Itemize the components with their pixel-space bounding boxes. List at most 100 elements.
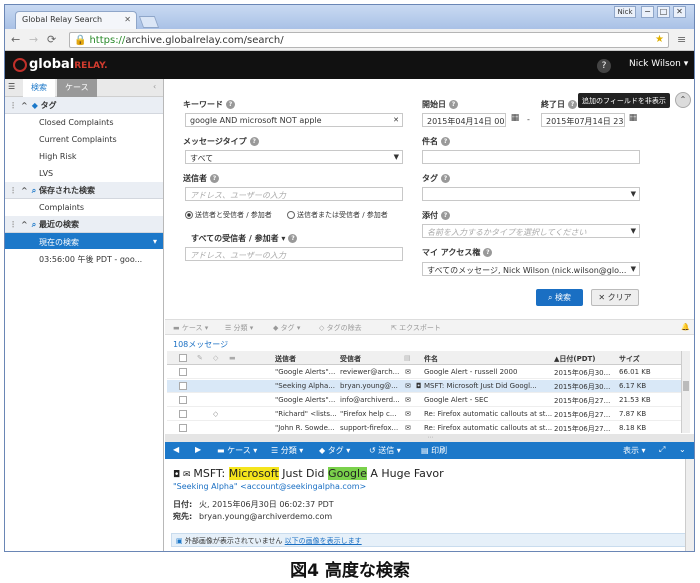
col-subject[interactable]: 件名 <box>424 354 438 364</box>
user-menu[interactable]: Nick Wilson ▾ <box>629 59 688 69</box>
preview-classify-menu[interactable]: ☰ 分類 ▾ <box>271 445 303 456</box>
start-date-input[interactable]: 2015年04月14日 00:0 <box>422 113 506 127</box>
select-all-checkbox[interactable] <box>179 354 187 362</box>
sidebar-item-current-complaints[interactable]: Current Complaints <box>5 131 163 148</box>
mail-icon: ✉ <box>405 382 411 390</box>
col-size[interactable]: サイズ <box>619 354 640 364</box>
chevron-down-icon[interactable]: ⌄ <box>679 445 686 454</box>
address-bar[interactable]: 🔒 https://archive.globalrelay.com/search/… <box>69 32 669 48</box>
tag-icon: ◆ <box>273 324 281 332</box>
end-date-input[interactable]: 2015年07月14日 23 <box>541 113 625 127</box>
calendar-icon[interactable]: ▦ <box>626 113 640 127</box>
menu-icon[interactable]: ≡ <box>677 33 686 46</box>
sidebar-item-recent-search[interactable]: 03:56:00 午後 PDT - goo... <box>5 250 163 267</box>
sidebar-item-lvs[interactable]: LVS <box>5 165 163 182</box>
bookmark-star-icon[interactable]: ★ <box>655 34 664 45</box>
attachment-input[interactable]: 名前を入力するかタイプを選択してください ▼ <box>422 224 640 238</box>
close-window-button[interactable]: ✕ <box>673 6 686 18</box>
remove-tag-button[interactable]: ◇ タグの除去 <box>319 323 362 333</box>
export-button[interactable]: ⇱ エクスポート <box>391 323 441 333</box>
message-from[interactable]: "Seeking Alpha" <account@seekingalpha.co… <box>173 482 366 491</box>
show-images-link[interactable]: 以下の画像を表示します <box>285 537 362 545</box>
profile-chip[interactable]: Nick <box>614 6 636 18</box>
search-button[interactable]: ⌕ 検索 <box>536 289 583 306</box>
message-type-select[interactable]: すべて ▼ <box>185 150 403 164</box>
reply-icon: ↺ <box>369 446 379 455</box>
row-checkbox[interactable] <box>179 410 187 418</box>
calendar-icon[interactable]: ▦ <box>508 113 522 127</box>
sidebar-item-current-search[interactable]: 現在の検索 ▾ <box>5 233 163 250</box>
minimize-button[interactable]: − <box>641 6 654 18</box>
tag-label: タグ? <box>422 173 450 184</box>
bell-icon[interactable]: 🔔 <box>681 323 690 331</box>
forward-icon[interactable]: → <box>29 33 38 46</box>
keyword-input[interactable]: google AND microsoft NOT apple ✕ <box>185 113 403 127</box>
clear-button[interactable]: ✕ クリア <box>591 289 639 306</box>
sidebar-item-high-risk[interactable]: High Risk <box>5 148 163 165</box>
table-row[interactable]: "Google Alerts"... reviewer@arch... ✉ Go… <box>167 366 681 379</box>
back-icon[interactable]: ← <box>11 33 20 46</box>
radio-sender-or-recipient[interactable]: 送信者または受信者 / 参加者 <box>287 210 388 220</box>
chevron-down-icon[interactable]: ▾ <box>153 237 157 246</box>
help-icon[interactable]: ? <box>226 100 235 109</box>
access-select[interactable]: すべてのメッセージ, Nick Wilson (nick.wilson@glo.… <box>422 262 640 276</box>
row-checkbox[interactable] <box>179 382 187 390</box>
sidebar-item-complaints[interactable]: Complaints <box>5 199 163 216</box>
doc-icon: ▤ <box>404 354 411 362</box>
sender-input[interactable]: アドレス、ユーザーの入力 <box>185 187 403 201</box>
tag-remove-icon: ◇ <box>319 324 327 332</box>
tab-close-icon[interactable]: ✕ <box>124 15 131 24</box>
next-icon[interactable]: ▶ <box>195 445 201 454</box>
case-menu[interactable]: ▬ ケース ▾ <box>173 323 208 333</box>
clear-icon[interactable]: ✕ <box>393 116 399 124</box>
print-button[interactable]: ▤ 印刷 <box>421 445 447 456</box>
row-checkbox[interactable] <box>179 368 187 376</box>
preview-tag-menu[interactable]: ◆ タグ ▾ <box>319 445 350 456</box>
reply-button[interactable]: ↺ 送信 ▾ <box>369 445 401 456</box>
figure-caption: 図4 高度な検索 <box>290 561 410 581</box>
preview-case-menu[interactable]: ▬ ケース ▾ <box>217 445 257 456</box>
table-row[interactable]: "Google Alerts"... info@archiverd... ✉ G… <box>167 394 681 407</box>
splitter-handle[interactable]: ⋯ <box>165 434 694 442</box>
subject-label: 件名? <box>422 136 450 147</box>
message-subject: ◘ ✉ MSFT: Microsoft Just Did Google A Hu… <box>173 467 444 480</box>
classify-menu[interactable]: ☰ 分類 ▾ <box>225 323 253 333</box>
expand-icon[interactable]: ⤢ <box>659 445 665 455</box>
tag-menu[interactable]: ◆ タグ ▾ <box>273 323 300 333</box>
col-sender[interactable]: 送信者 <box>275 354 296 364</box>
row-checkbox[interactable] <box>179 424 187 432</box>
help-icon[interactable]: ? <box>597 59 611 73</box>
radio-sender-and-recipient[interactable]: 送信者と受信者 / 参加者 <box>185 210 272 220</box>
preview-scrollbar[interactable] <box>685 459 694 551</box>
collapse-sidebar-icon[interactable]: ‹ <box>145 79 164 97</box>
collapse-fields-button[interactable]: ⌃ <box>675 92 691 108</box>
tab-search[interactable]: 検索 <box>23 79 55 97</box>
section-saved-header[interactable]: ⋮ ^ ⌕ 保存された検索 <box>5 182 163 199</box>
table-row[interactable]: ◇ "Richard" <lists... "Firefox help c...… <box>167 408 681 421</box>
list-icon: ☰ <box>225 324 234 332</box>
shield-icon: ◘ <box>416 382 422 390</box>
start-date-label: 開始日? <box>422 99 458 110</box>
display-menu[interactable]: 表示 ▾ <box>623 445 646 456</box>
preview-toolbar: ◀ ▶ ▬ ケース ▾ ☰ 分類 ▾ ◆ タグ ▾ ↺ 送信 ▾ ▤ 印刷 表示… <box>165 442 694 459</box>
prev-icon[interactable]: ◀ <box>173 445 179 454</box>
message-date: 日付: 火, 2015年06月30日 06:02:37 PDT <box>173 500 334 509</box>
subject-input[interactable] <box>422 150 640 164</box>
tag-select[interactable]: ▼ <box>422 187 640 201</box>
row-checkbox[interactable] <box>179 396 187 404</box>
results-scrollbar[interactable] <box>681 351 690 433</box>
recipients-input[interactable]: アドレス、ユーザーの入力 <box>185 247 403 261</box>
col-recipient[interactable]: 受信者 <box>340 354 361 364</box>
new-tab-button[interactable] <box>138 16 160 28</box>
briefcase-icon: ▬ <box>217 446 228 455</box>
sidebar-item-closed-complaints[interactable]: Closed Complaints <box>5 114 163 131</box>
maximize-button[interactable]: □ <box>657 6 670 18</box>
section-recent-header[interactable]: ⋮ ^ ⌕ 最近の検索 <box>5 216 163 233</box>
hamburger-icon[interactable]: ☰ <box>5 79 19 97</box>
tab-case[interactable]: ケース <box>57 79 97 97</box>
section-tags-header[interactable]: ⋮ ^ ◆ タグ <box>5 97 163 114</box>
col-date[interactable]: ▲日付(PDT) <box>554 354 596 364</box>
browser-tab[interactable]: Global Relay Search ✕ <box>15 11 137 29</box>
reload-icon[interactable]: ⟳ <box>47 33 56 46</box>
table-row[interactable]: "Seeking Alpha... bryan.young@... ✉ ◘ MS… <box>167 380 681 393</box>
